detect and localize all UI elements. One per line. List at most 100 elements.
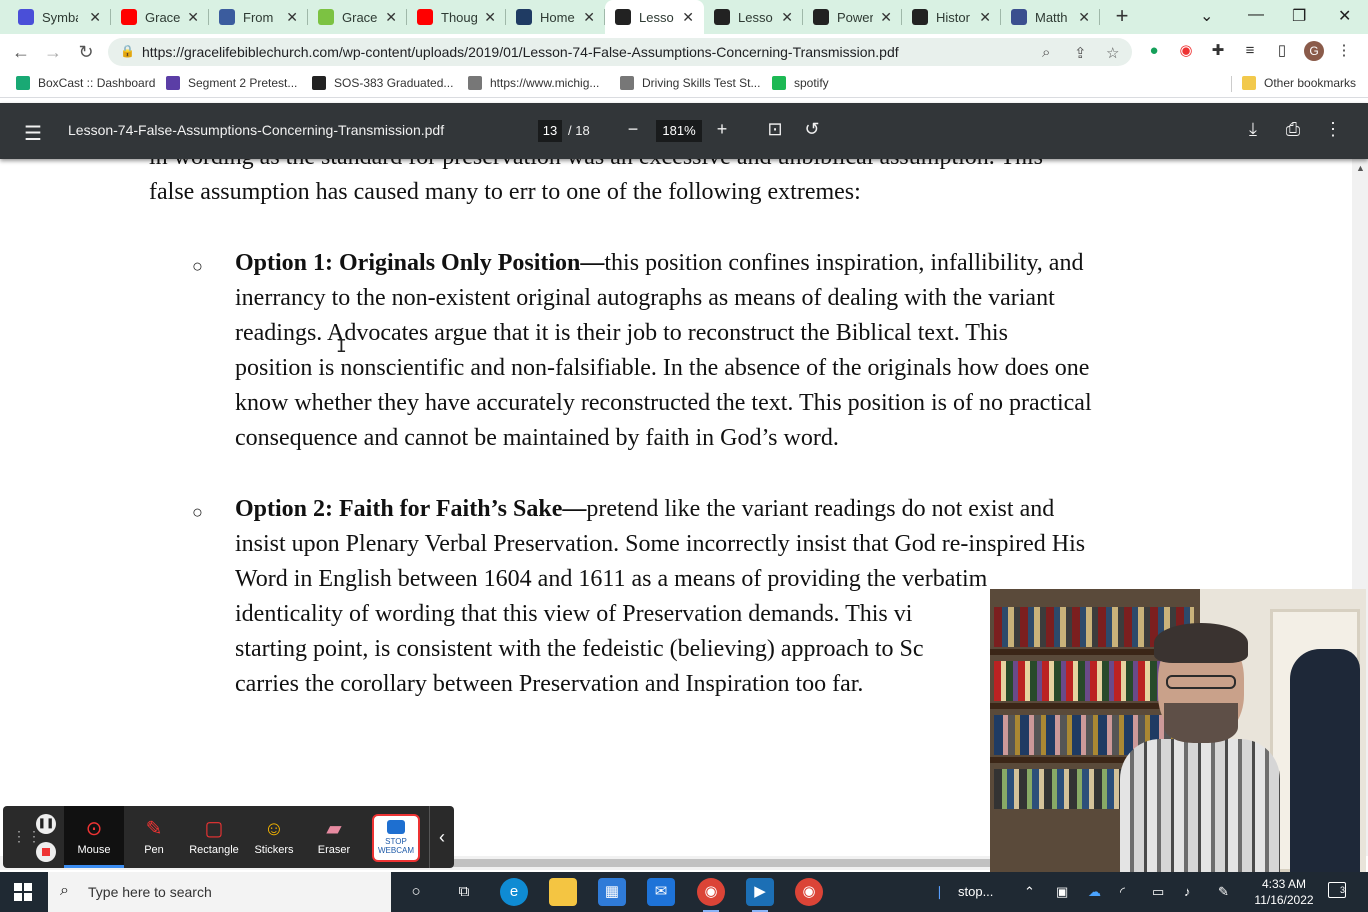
browser-tab[interactable]: Thoug ✕ xyxy=(407,0,506,34)
scrollbar-thumb[interactable] xyxy=(440,859,1000,867)
browser-tab[interactable]: Grace ✕ xyxy=(308,0,407,34)
close-tab-icon[interactable]: ✕ xyxy=(484,9,496,26)
pen-workspace-icon[interactable]: ✎ xyxy=(1218,884,1229,900)
close-tab-icon[interactable]: ✕ xyxy=(880,9,892,26)
profile-avatar[interactable]: G xyxy=(1304,41,1324,61)
bookmark-item[interactable]: spotify xyxy=(772,76,829,90)
more-options-icon[interactable]: ⋮ xyxy=(1321,119,1345,140)
pause-recording-button[interactable]: ❚❚ xyxy=(36,814,56,834)
scroll-up-arrow-icon[interactable]: ▲ xyxy=(1356,163,1365,173)
zoom-icon xyxy=(18,9,34,25)
tool-mouse[interactable]: ⊙ Mouse xyxy=(64,806,124,868)
windows-start-icon[interactable] xyxy=(14,883,32,901)
print-icon[interactable]: ⎙ xyxy=(1281,119,1305,140)
tool-stickers[interactable]: ☺ Stickers xyxy=(244,806,304,868)
meet-now-icon[interactable]: ▣ xyxy=(1056,884,1068,900)
taskbar-search-box[interactable]: ⌕ Type here to search xyxy=(48,872,391,912)
tab-title: Grace xyxy=(342,9,378,25)
side-panel-icon[interactable]: ▯ xyxy=(1272,41,1292,61)
reading-list-icon[interactable]: ≡ xyxy=(1240,41,1260,61)
browser-tab[interactable]: Power ✕ xyxy=(803,0,902,34)
cortana-icon[interactable]: ○ xyxy=(402,878,430,906)
browser-tab[interactable]: Home ✕ xyxy=(506,0,605,34)
zoom-in-button[interactable]: + xyxy=(710,119,734,140)
close-tab-icon[interactable]: ✕ xyxy=(187,9,199,26)
bookmark-item[interactable]: https://www.michig... xyxy=(468,76,599,90)
browser-menu-icon[interactable]: ⋮ xyxy=(1334,41,1354,61)
grammarly-icon[interactable]: ● xyxy=(1144,41,1164,61)
share-icon[interactable]: ⇪ xyxy=(1074,44,1087,62)
wifi-icon[interactable]: ◜ xyxy=(1120,884,1125,900)
microsoft-store-icon[interactable]: ▦ xyxy=(598,878,626,906)
download-icon[interactable]: ⤓ xyxy=(1241,119,1265,140)
bookmark-item[interactable]: Driving Skills Test St... xyxy=(620,76,760,90)
browser-tab[interactable]: Lesso ✕ xyxy=(704,0,803,34)
zoom-level-input[interactable]: 181% xyxy=(656,120,702,142)
bookmark-item[interactable]: BoxCast :: Dashboard xyxy=(16,76,155,90)
mail-icon[interactable]: ✉ xyxy=(647,878,675,906)
edge-browser-icon[interactable]: e xyxy=(500,878,528,906)
youtube-icon xyxy=(417,9,433,25)
task-view-icon[interactable]: ⧉ xyxy=(450,878,478,906)
other-bookmarks-folder[interactable]: Other bookmarks xyxy=(1242,76,1356,90)
hamburger-menu-icon[interactable]: ☰ xyxy=(24,121,42,146)
stop-recording-button[interactable] xyxy=(36,842,56,862)
bookmark-item[interactable]: Segment 2 Pretest... xyxy=(166,76,297,90)
browser-tab[interactable]: Grace ✕ xyxy=(111,0,209,34)
close-tab-icon[interactable]: ✕ xyxy=(979,9,991,26)
close-window-button[interactable]: ✕ xyxy=(1338,6,1351,26)
browser-tab[interactable]: Histor ✕ xyxy=(902,0,1001,34)
chrome-profile-icon[interactable]: ◉ xyxy=(697,878,725,912)
minimize-button[interactable]: — xyxy=(1248,6,1264,24)
screen-recorder-icon[interactable]: ▶ xyxy=(746,878,774,912)
intro-line: in wording as the standard for preservat… xyxy=(149,159,1043,175)
stop-webcam-button[interactable]: STOP WEBCAM xyxy=(372,814,420,862)
tab-search-chevron-icon[interactable]: ⌄ xyxy=(1200,6,1213,26)
tool-pen[interactable]: ✎ Pen xyxy=(124,806,184,868)
battery-icon[interactable]: ▭ xyxy=(1152,884,1164,900)
back-button[interactable]: ← xyxy=(10,41,32,63)
browser-tab[interactable]: From ✕ xyxy=(209,0,308,34)
restore-button[interactable]: ❐ xyxy=(1292,6,1306,26)
browser-tab[interactable]: Matth ✕ xyxy=(1001,0,1100,34)
close-tab-icon[interactable]: ✕ xyxy=(583,9,595,26)
notification-center-icon[interactable]: 3 xyxy=(1328,882,1346,898)
forward-button[interactable]: → xyxy=(42,41,64,63)
tool-eraser[interactable]: ▰ Eraser xyxy=(304,806,364,868)
browser-tab[interactable]: Lesso ✕ xyxy=(605,0,704,34)
chrome-icon[interactable]: ◉ xyxy=(795,878,823,906)
recorder-tray-icon[interactable]: ❘ xyxy=(934,884,945,900)
file-explorer-icon[interactable] xyxy=(549,878,577,906)
show-hidden-icons-chevron-icon[interactable]: ⌃ xyxy=(1024,884,1035,900)
fit-page-icon[interactable]: ⊡ xyxy=(763,119,787,140)
bookmark-item[interactable]: SOS-383 Graduated... xyxy=(312,76,453,90)
browser-tab[interactable]: Symba ✕ xyxy=(8,0,111,34)
collapse-toolbar-button[interactable]: ‹ xyxy=(429,806,454,868)
bookmark-label: Driving Skills Test St... xyxy=(642,76,761,90)
page-number-input[interactable]: 13 xyxy=(538,120,562,142)
close-tab-icon[interactable]: ✕ xyxy=(682,9,694,26)
close-tab-icon[interactable]: ✕ xyxy=(781,9,793,26)
mouse-cursor-icon: ⊙ xyxy=(85,818,103,840)
webcam-overlay[interactable] xyxy=(990,589,1366,872)
page-total: / 18 xyxy=(568,123,590,138)
close-tab-icon[interactable]: ✕ xyxy=(286,9,298,26)
extensions-puzzle-icon[interactable]: ✚ xyxy=(1208,41,1228,61)
zoom-magnifier-icon[interactable]: ⌕ xyxy=(1042,44,1050,61)
search-icon: ⌕ xyxy=(60,882,69,899)
address-bar[interactable]: 🔒 https://gracelifebiblechurch.com/wp-co… xyxy=(108,38,1132,66)
volume-icon[interactable]: ♪ xyxy=(1184,884,1191,899)
bookmark-star-icon[interactable]: ☆ xyxy=(1106,44,1119,62)
tool-rectangle[interactable]: ▢ Rectangle xyxy=(184,806,244,868)
rotate-icon[interactable]: ↺ xyxy=(800,119,824,140)
tray-stop-label[interactable]: stop... xyxy=(958,884,993,899)
zoom-out-button[interactable]: − xyxy=(621,119,645,140)
onedrive-cloud-icon[interactable]: ☁ xyxy=(1088,884,1101,900)
close-tab-icon[interactable]: ✕ xyxy=(89,9,101,26)
extension-record-icon[interactable]: ◉ xyxy=(1176,41,1196,61)
close-tab-icon[interactable]: ✕ xyxy=(1078,9,1090,26)
reload-button[interactable]: ↻ xyxy=(75,41,97,63)
close-tab-icon[interactable]: ✕ xyxy=(385,9,397,26)
new-tab-button[interactable]: + xyxy=(1110,4,1134,28)
system-clock[interactable]: 4:33 AM 11/16/2022 xyxy=(1254,876,1314,908)
